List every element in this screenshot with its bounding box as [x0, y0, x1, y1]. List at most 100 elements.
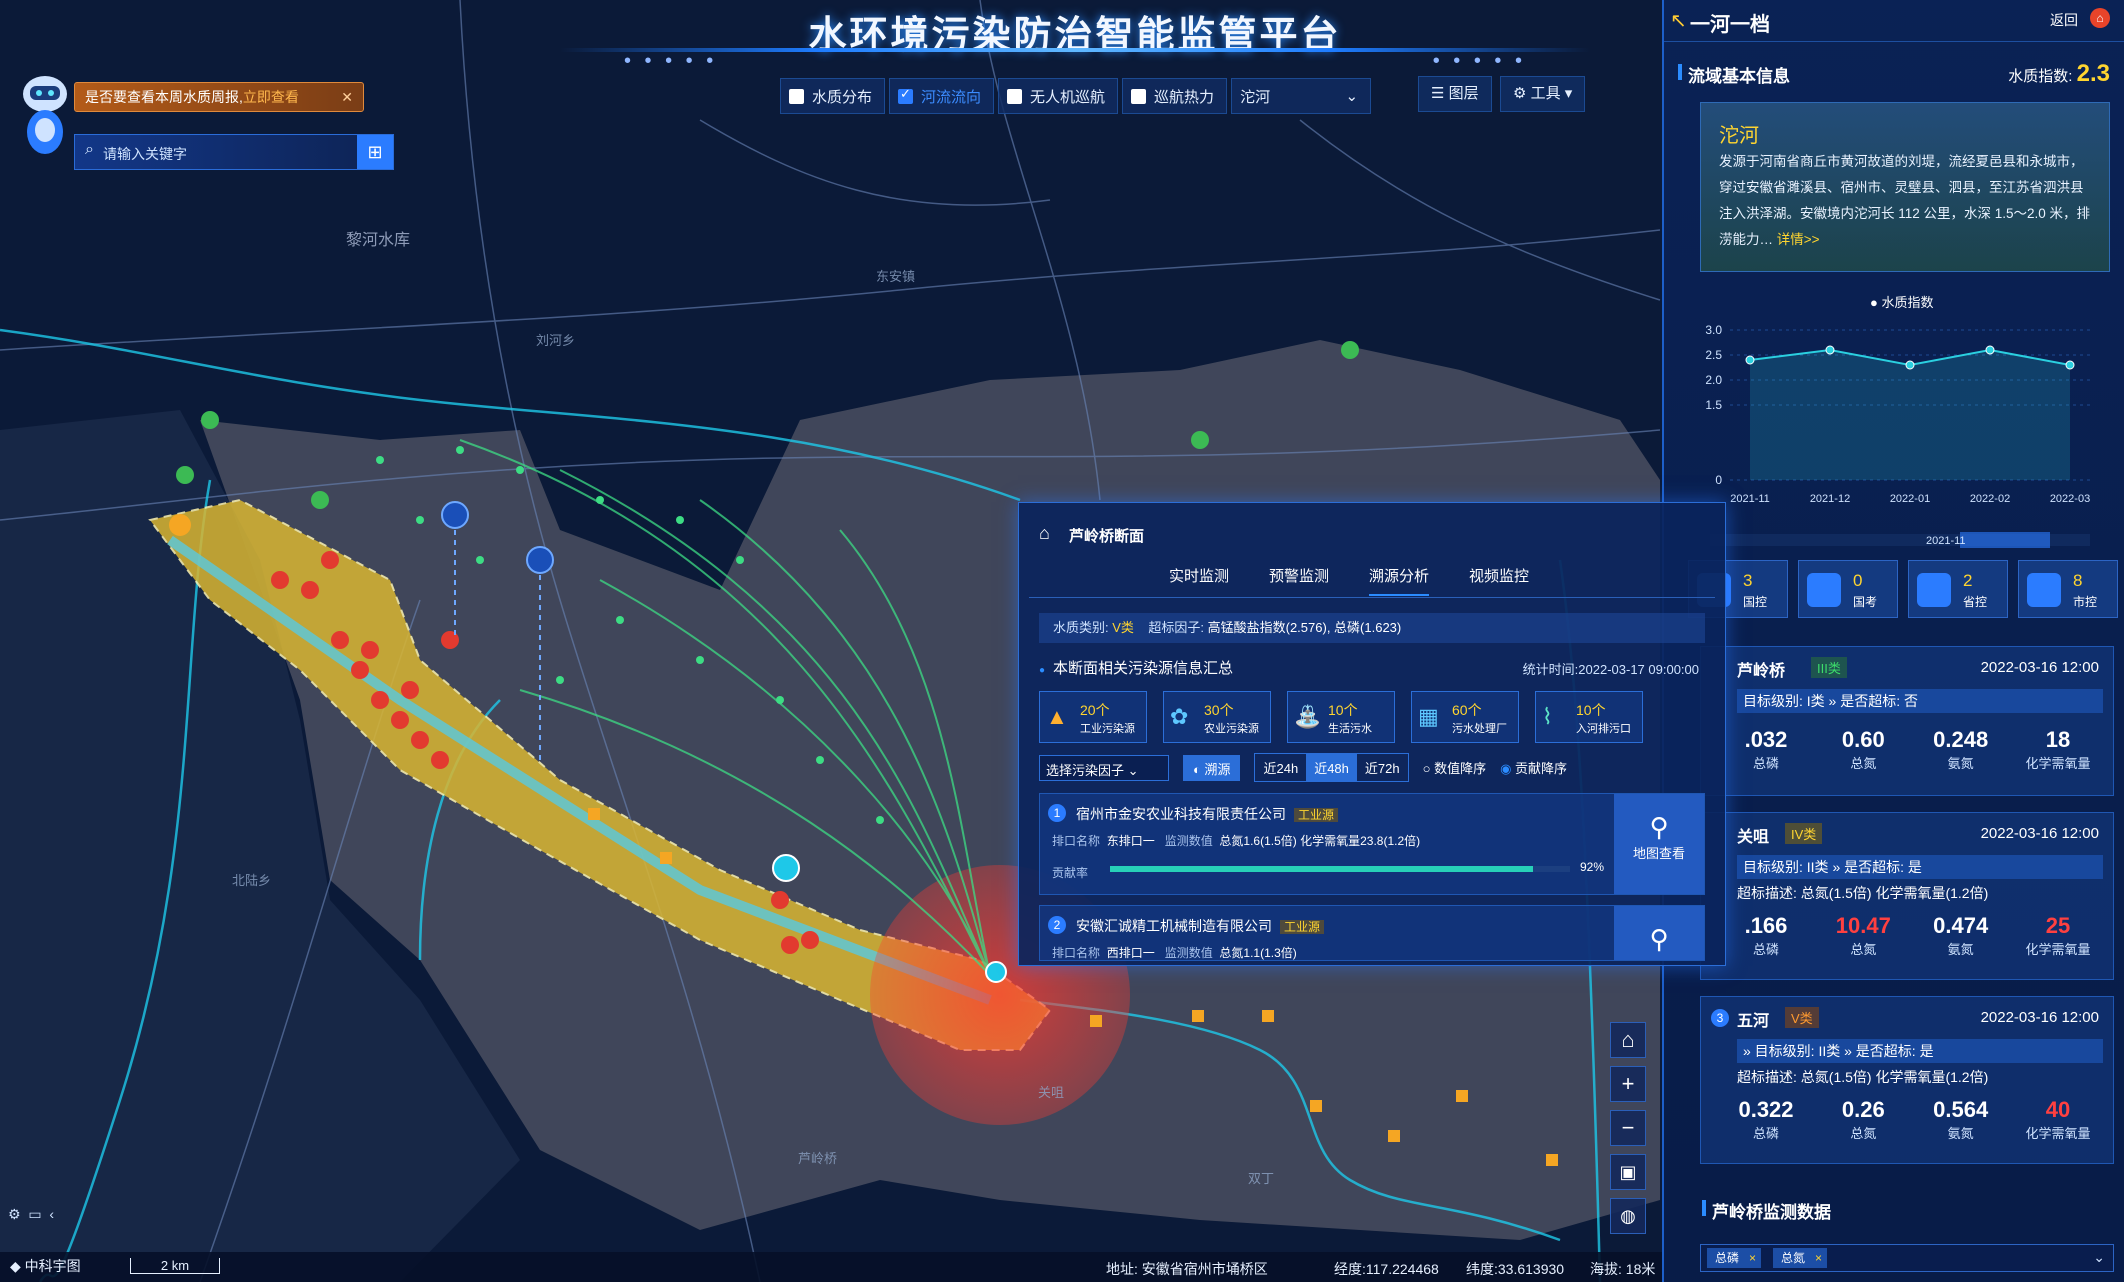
back-button[interactable]: 返回	[2050, 10, 2078, 30]
station-card[interactable]: 芦岭桥 III类 2022-03-16 12:00 目标级别: I类 » 是否超…	[1700, 646, 2114, 796]
station-target: » 目标级别: II类 » 是否超标: 是	[1737, 1039, 2103, 1063]
source-controls: 选择污染因子 ⌄ ◐ 溯源 近24h 近48h 近72h 数值降序 贡献降序	[1039, 753, 1567, 782]
grid-add-button[interactable]: ⊞	[357, 135, 393, 169]
map-label: 黎河水库	[346, 232, 411, 249]
range-label: 2021-11	[1926, 535, 1966, 547]
category-agricultural[interactable]: ✿ 30个 农业污染源	[1163, 691, 1271, 743]
layer-checkbox-heat[interactable]: 巡航热力	[1122, 78, 1228, 114]
period-24h[interactable]: 近24h	[1255, 754, 1306, 781]
tab-realtime[interactable]: 实时监测	[1169, 565, 1229, 596]
station-card[interactable]: 关咀 IV类 2022-03-16 12:00 目标级别: II类 » 是否超标…	[1700, 812, 2114, 980]
layers-button[interactable]: ☰ 图层	[1418, 76, 1492, 112]
category-industrial[interactable]: ▲ 20个 工业污染源	[1039, 691, 1147, 743]
filter-tag[interactable]: 总氮	[1773, 1248, 1828, 1268]
city-icon	[2027, 573, 2061, 607]
globe-icon[interactable]: ◍	[1610, 1198, 1646, 1234]
layer-checkbox-water-quality[interactable]: 水质分布	[780, 78, 886, 114]
sort-contrib-radio[interactable]: 贡献降序	[1500, 758, 1567, 777]
station-class: III类	[1811, 657, 1847, 678]
map-view-button[interactable]: ⚲	[1614, 906, 1704, 960]
map-view-button[interactable]: ⚲ 地图查看	[1614, 794, 1704, 894]
category-domestic[interactable]: ⛲ 10个 生活污水	[1287, 691, 1395, 743]
y-tick-label: 0	[1715, 473, 1722, 487]
source-item[interactable]: 2 安徽汇诚精工机械制造有限公司 工业源 排口名称 西排口一 监测数值 总氮1.1…	[1039, 905, 1705, 961]
period-72h[interactable]: 近72h	[1357, 754, 1408, 781]
x-tick-label: 2022-01	[1890, 493, 1930, 505]
plant-icon: ▦	[1418, 704, 1439, 729]
tab-city-control[interactable]: 8 市控	[2018, 560, 2118, 618]
trace-button[interactable]: ◐ 溯源	[1183, 754, 1241, 781]
tab-trace[interactable]: 溯源分析	[1369, 565, 1430, 596]
factor-filter[interactable]: 总磷 总氮 ⌄	[1700, 1244, 2114, 1272]
map-label: 双丁	[1248, 1171, 1275, 1186]
province-icon	[1917, 573, 1951, 607]
layer-checkbox-river-flow[interactable]: 河流流向	[889, 78, 995, 114]
data-point	[2065, 360, 2075, 370]
chevron-down-icon[interactable]: ⌄	[2093, 1249, 2105, 1266]
settings-icon[interactable]: ⚙	[8, 1206, 21, 1222]
basemap-icon[interactable]: ▣	[1610, 1154, 1646, 1190]
period-48h[interactable]: 近48h	[1306, 754, 1357, 781]
y-tick-label: 1.5	[1705, 398, 1722, 412]
layer-checkbox-drone[interactable]: 无人机巡航	[998, 78, 1119, 114]
exam-icon	[1807, 573, 1841, 607]
tab-national-exam[interactable]: 0 国考	[1798, 560, 1898, 618]
source-item[interactable]: 1 宿州市金安农业科技有限责任公司 工业源 排口名称 东排口一 监测数值 总氮1.…	[1039, 793, 1705, 895]
river-description: 发源于河南省商丘市黄河故道的刘堤，流经夏邑县和永城市，穿过安徽省濉溪县、宿州市、…	[1719, 154, 2091, 247]
factor-select[interactable]: 选择污染因子 ⌄	[1039, 754, 1169, 781]
chat-icon[interactable]: ▭	[28, 1206, 41, 1222]
station-time: 2022-03-16 12:00	[1980, 659, 2099, 676]
close-icon[interactable]: ✕	[341, 83, 353, 111]
home-icon[interactable]: ⌂	[2090, 8, 2110, 28]
search-bar[interactable]: ⌕ 请输入关键字 ⊞	[74, 134, 394, 170]
chart-range-slider[interactable]: 2021-11	[1710, 530, 2090, 550]
layer-toggle-bar: 水质分布 河流流向 无人机巡航 巡航热力 沱河⌄	[780, 78, 1372, 114]
period-segment: 近24h 近48h 近72h	[1254, 753, 1409, 782]
weekly-report-notice[interactable]: 是否要查看本周水质周报,立即查看 ✕	[74, 82, 364, 112]
station-class: IV类	[1785, 823, 1823, 844]
status-altitude: 海拔: 18米	[1590, 1261, 1656, 1277]
station-name: 五河	[1737, 1013, 1770, 1030]
map-label: 刘河乡	[536, 333, 576, 348]
station-exceed-desc: 超标描述: 总氮(1.5倍) 化学需氧量(1.2倍)	[1737, 885, 1989, 901]
assistant-robot-icon[interactable]	[14, 72, 76, 162]
category-treatment-plant[interactable]: ▦ 60个 污水处理厂	[1411, 691, 1519, 743]
chevron-down-icon: ⌄	[1345, 88, 1359, 105]
tab-video[interactable]: 视频监控	[1469, 565, 1529, 596]
factory-icon: ▲	[1046, 704, 1068, 729]
status-latitude: 纬度:33.613930	[1466, 1261, 1565, 1277]
back-arrow-icon[interactable]: ↖	[1670, 8, 1687, 33]
y-tick-label: 2.0	[1705, 373, 1722, 387]
search-input[interactable]: 请输入关键字	[103, 144, 187, 164]
data-point	[1905, 360, 1915, 370]
zoom-out-button[interactable]: −	[1610, 1110, 1646, 1146]
map-home-button[interactable]: ⌂	[1610, 1022, 1646, 1058]
station-time: 2022-03-16 12:00	[1980, 825, 2099, 842]
basin-info-title: 流域基本信息	[1678, 62, 1790, 87]
filter-tag[interactable]: 总磷	[1707, 1248, 1762, 1268]
river-more-link[interactable]: 详情>>	[1777, 232, 1820, 247]
scale-bar: 2 km	[130, 1258, 220, 1274]
stat-time: 统计时间:2022-03-17 09:00:00	[1522, 662, 1699, 677]
station-time: 2022-03-16 12:00	[1980, 1009, 2099, 1026]
station-card[interactable]: 3 五河 V类 2022-03-16 12:00 » 目标级别: II类 » 是…	[1700, 996, 2114, 1164]
mini-toolbar: ⚙ ▭ ‹	[8, 1206, 54, 1223]
collapse-icon[interactable]: ‹	[49, 1206, 54, 1222]
tools-button[interactable]: ⚙ 工具 ▾	[1500, 76, 1586, 112]
sort-value-radio[interactable]: 数值降序	[1423, 758, 1486, 777]
source-summary-title: 本断面相关污染源信息汇总	[1039, 657, 1233, 678]
river-select[interactable]: 沱河 ⌄	[1231, 78, 1372, 114]
map-pin-icon: ⚲	[1649, 924, 1669, 954]
tab-warning[interactable]: 预警监测	[1269, 565, 1329, 596]
status-bar: 地址: 安徽省宿州市埇桥区 经度:117.224468 纬度:33.613930…	[0, 1252, 1662, 1282]
map-label: 芦岭桥	[798, 1151, 838, 1166]
tab-province-control[interactable]: 2 省控	[1908, 560, 2008, 618]
category-outlet[interactable]: ⌇ 10个 入河排污口	[1535, 691, 1643, 743]
map-pin-icon: ⚲	[1649, 812, 1669, 842]
popup-tabs: 实时监测 预警监测 溯源分析 视频监控	[1169, 565, 1529, 596]
source-categories: ▲ 20个 工业污染源 ✿ 30个 农业污染源 ⛲ 10个 生活污水 ▦ 60个 污水处理厂 ⌇…	[1039, 691, 1643, 743]
status-longitude: 经度:117.224468	[1334, 1261, 1439, 1277]
water-quality-line: 水质类别: V类 超标因子: 高锰酸盐指数(2.576), 总磷(1.623)	[1039, 613, 1705, 643]
zoom-in-button[interactable]: +	[1610, 1066, 1646, 1102]
notice-link[interactable]: 立即查看	[243, 89, 299, 105]
